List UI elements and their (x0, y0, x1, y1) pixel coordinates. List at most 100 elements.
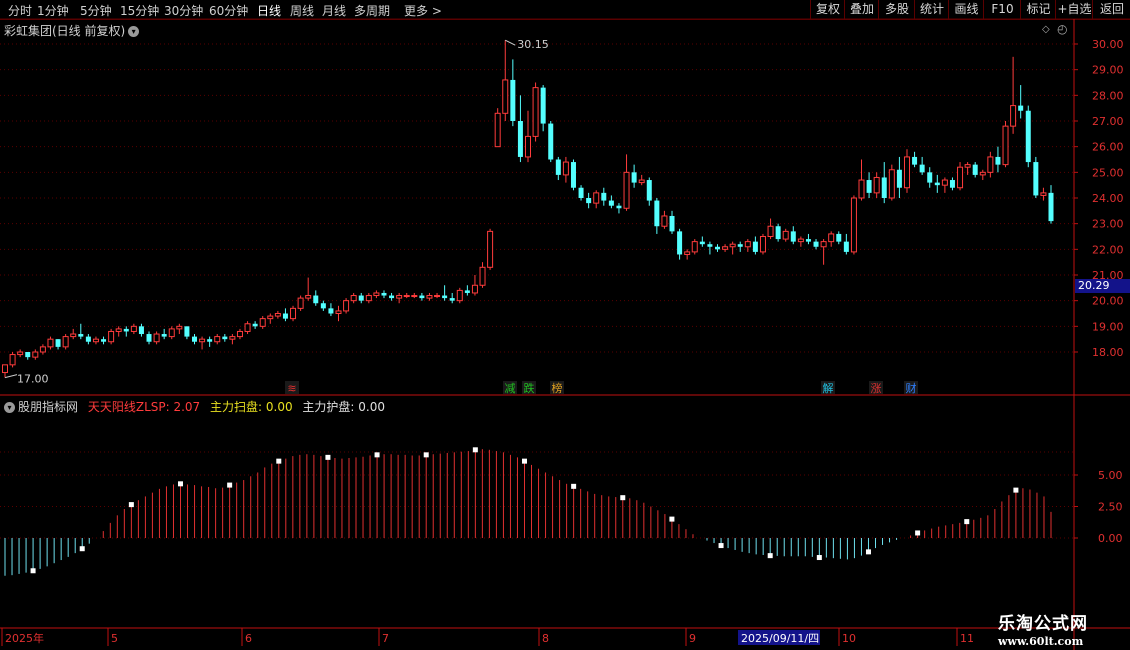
candle-body[interactable] (979, 171, 986, 176)
candle-body[interactable] (775, 226, 781, 240)
candle-body[interactable] (442, 295, 448, 299)
candle-body[interactable] (419, 295, 425, 299)
candle-body[interactable] (540, 87, 546, 124)
candle-body[interactable] (365, 295, 372, 302)
candle-body[interactable] (328, 308, 334, 314)
candle-body[interactable] (313, 295, 319, 304)
candle-body[interactable] (320, 303, 326, 309)
candle-body[interactable] (805, 239, 811, 242)
candle-body[interactable] (850, 197, 857, 253)
candle-body[interactable] (744, 241, 751, 248)
candle-body[interactable] (729, 243, 736, 248)
candle-body[interactable] (199, 338, 206, 343)
candle-body[interactable] (123, 328, 129, 332)
candle-body[interactable] (1048, 192, 1054, 222)
candle-body[interactable] (1040, 192, 1047, 196)
candle-body[interactable] (434, 295, 441, 298)
candle-body[interactable] (184, 326, 190, 337)
candle-body[interactable] (759, 236, 766, 253)
candle-body[interactable] (244, 323, 251, 332)
candle-body[interactable] (222, 336, 228, 340)
candle-body[interactable] (191, 336, 197, 342)
candle-body[interactable] (55, 339, 61, 347)
candle-body[interactable] (836, 233, 842, 242)
candle-body[interactable] (464, 290, 470, 293)
candle-body[interactable] (623, 171, 630, 209)
candle-body[interactable] (828, 233, 835, 243)
candle-body[interactable] (995, 156, 1001, 165)
candle-body[interactable] (873, 176, 880, 194)
candle-body[interactable] (274, 313, 281, 317)
candle-body[interactable] (586, 198, 592, 204)
candle-body[interactable] (426, 295, 433, 299)
candle-body[interactable] (782, 230, 789, 240)
candle-body[interactable] (479, 266, 486, 286)
candle-body[interactable] (502, 79, 509, 114)
candle-body[interactable] (912, 156, 918, 165)
candle-body[interactable] (1002, 125, 1009, 166)
candle-body[interactable] (987, 156, 994, 173)
candle-body[interactable] (654, 200, 660, 227)
candle-body[interactable] (176, 325, 183, 330)
candle-body[interactable] (941, 179, 948, 186)
candle-body[interactable] (62, 336, 69, 348)
kline-chart[interactable]: 30.00 29.00 28.00 27.00 26.00 25.00 24.00 23.00… (0, 0, 1130, 650)
candle-body[interactable] (858, 179, 865, 199)
candle-body[interactable] (767, 225, 774, 238)
candle-body[interactable] (866, 180, 872, 193)
candle-body[interactable] (229, 336, 236, 340)
candle-body[interactable] (790, 231, 796, 242)
candle-body[interactable] (722, 246, 729, 250)
candle-body[interactable] (601, 192, 607, 201)
candle-body[interactable] (699, 241, 705, 245)
candle-body[interactable] (691, 241, 698, 253)
candle-body[interactable] (101, 339, 107, 342)
candle-body[interactable] (456, 289, 463, 302)
candle-body[interactable] (130, 325, 137, 332)
candle-body[interactable] (494, 112, 501, 148)
candle-body[interactable] (797, 238, 804, 243)
candle-body[interactable] (297, 297, 304, 309)
candle-body[interactable] (1010, 105, 1017, 127)
candle-body[interactable] (1025, 110, 1031, 163)
candle-body[interactable] (949, 180, 955, 188)
candle-body[interactable] (1018, 105, 1024, 111)
candle-body[interactable] (290, 307, 297, 320)
candle-body[interactable] (881, 177, 887, 198)
candle-body[interactable] (282, 313, 288, 319)
candle-body[interactable] (403, 295, 410, 298)
candle-body[interactable] (381, 292, 387, 296)
candle-body[interactable] (638, 179, 645, 184)
candle-body[interactable] (396, 295, 403, 299)
candle-body[interactable] (888, 169, 895, 199)
candle-body[interactable] (153, 333, 160, 343)
candle-body[interactable] (646, 180, 652, 201)
candle-body[interactable] (532, 87, 539, 137)
candle-body[interactable] (548, 123, 554, 160)
candle-body[interactable] (138, 326, 144, 335)
candle-body[interactable] (335, 310, 342, 314)
candle-body[interactable] (259, 318, 266, 327)
candle-body[interactable] (919, 164, 925, 173)
candle-body[interactable] (896, 169, 902, 188)
candle-body[interactable] (510, 79, 516, 121)
candle-body[interactable] (9, 354, 16, 366)
candle-body[interactable] (32, 351, 39, 358)
candle-body[interactable] (843, 241, 849, 252)
candle-body[interactable] (358, 295, 364, 301)
candle-body[interactable] (70, 333, 77, 338)
candle-body[interactable] (389, 295, 395, 299)
candle-body[interactable] (903, 156, 910, 189)
candle-body[interactable] (373, 292, 380, 297)
candle-body[interactable] (305, 295, 312, 299)
candle-body[interactable] (146, 334, 152, 342)
candle-body[interactable] (236, 330, 243, 338)
candle-body[interactable] (39, 346, 46, 353)
candle-body[interactable] (267, 315, 274, 320)
candle-body[interactable] (350, 295, 357, 302)
candle-body[interactable] (252, 323, 258, 327)
candle-body[interactable] (207, 339, 213, 342)
candle-body[interactable] (677, 231, 683, 255)
candle-body[interactable] (752, 241, 758, 252)
candle-body[interactable] (820, 241, 827, 248)
